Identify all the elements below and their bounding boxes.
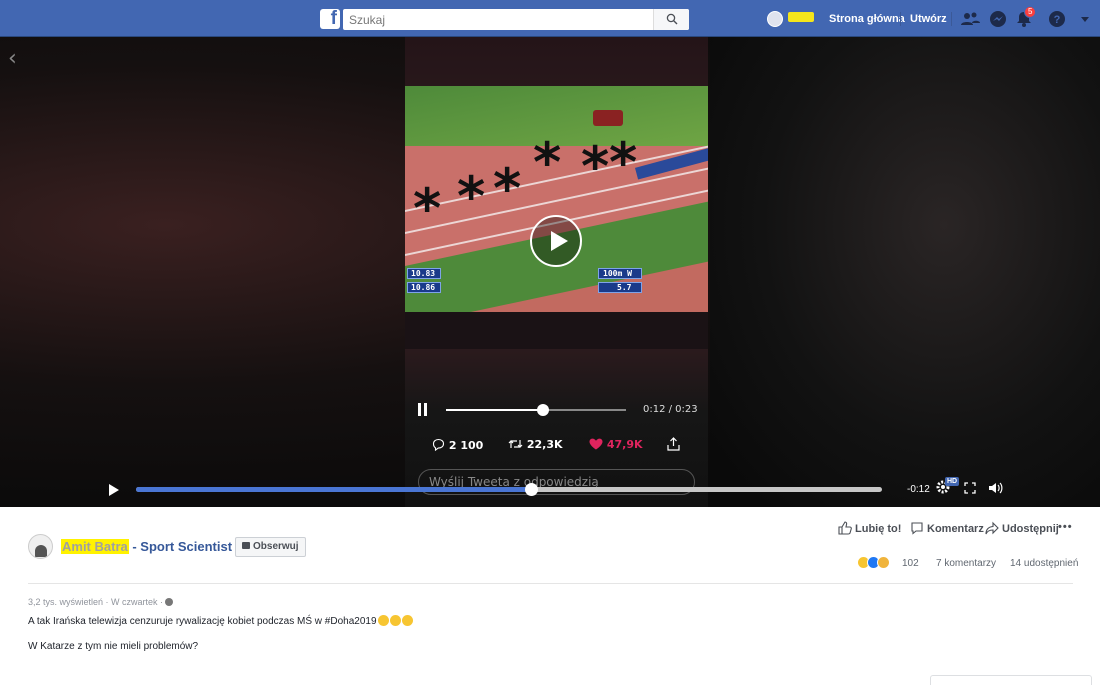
wow-reaction-icon xyxy=(877,556,890,569)
play-icon xyxy=(551,231,568,251)
share-arrow-icon xyxy=(985,521,999,535)
heart-icon xyxy=(589,438,603,450)
account-menu-chevron-icon[interactable] xyxy=(1075,9,1095,29)
retweet-count: 22,3K xyxy=(526,438,563,451)
user-name-redacted[interactable] xyxy=(788,12,814,22)
post-text-line-1: A tak Irańska telewizja cenzuruje rywali… xyxy=(28,615,413,627)
page-name-suffix: - Sport Scientist xyxy=(128,539,233,554)
messenger-icon[interactable] xyxy=(988,9,1008,29)
page-name[interactable]: Amit Batra - Sport Scientist xyxy=(61,539,232,554)
reply-count: 2 100 xyxy=(448,439,484,452)
friend-requests-icon[interactable] xyxy=(960,9,980,29)
page-avatar[interactable] xyxy=(28,534,53,559)
user-avatar[interactable] xyxy=(767,11,783,27)
player-progress-fill xyxy=(136,487,532,492)
search-input[interactable] xyxy=(343,9,653,30)
search-button[interactable] xyxy=(653,9,689,30)
tweet-pause-icon[interactable] xyxy=(418,403,428,416)
camera-cart xyxy=(593,110,623,126)
emoji-icon xyxy=(377,615,389,626)
page-name-redacted: Amit Batra xyxy=(61,539,129,554)
video-background-right xyxy=(710,37,1100,507)
player-play-icon[interactable] xyxy=(108,484,119,496)
censor-asterisk: * xyxy=(493,157,522,220)
comment-icon xyxy=(911,522,923,535)
facebook-logo-icon[interactable]: f xyxy=(320,8,340,29)
more-options-icon[interactable]: ••• xyxy=(1058,521,1073,533)
post-meta: 3,2 tys. wyświetleń · W czwartek · xyxy=(28,597,174,607)
race-video-frame: * * * * * * 10.83 10.86 100m W 5.7 xyxy=(405,86,708,312)
follow-button[interactable]: Obserwuj xyxy=(235,537,306,557)
score-left-1: 10.83 xyxy=(407,268,441,279)
censor-asterisk: * xyxy=(609,131,638,194)
nav-divider xyxy=(900,12,901,26)
tweet-likes[interactable]: 47,9K xyxy=(589,438,643,451)
shares-count[interactable]: 14 udostępnień xyxy=(1010,558,1078,569)
notifications-badge: 5 xyxy=(1024,6,1037,18)
censor-asterisk: * xyxy=(413,177,442,240)
like-count: 47,9K xyxy=(606,438,643,451)
fullscreen-icon[interactable] xyxy=(964,482,976,494)
volume-icon[interactable] xyxy=(988,481,1004,495)
follow-icon xyxy=(242,542,250,549)
tweet-retweets[interactable]: 22,3K xyxy=(508,438,563,451)
emoji-icon xyxy=(389,615,401,626)
top-navigation-bar: f Strona główna Utwórz 5 ? xyxy=(0,0,1100,37)
comment-box-edge xyxy=(930,675,1092,685)
share-button[interactable]: Udostępnij xyxy=(985,521,1059,535)
help-icon[interactable]: ? xyxy=(1047,9,1067,29)
tweet-replies[interactable]: 2 100 xyxy=(432,438,483,452)
search-icon xyxy=(666,13,678,25)
reply-icon xyxy=(432,438,445,452)
globe-icon xyxy=(165,598,174,606)
like-button[interactable]: Lubię to! xyxy=(838,521,901,535)
emoji-icon xyxy=(401,615,413,626)
censor-asterisk: * xyxy=(581,135,610,198)
comment-button[interactable]: Komentarz xyxy=(910,521,984,535)
player-remaining-time: -0:12 xyxy=(907,484,930,495)
score-left-2: 10.86 xyxy=(407,282,441,293)
comments-count[interactable]: 7 komentarzy xyxy=(936,558,996,569)
tweet-share-icon[interactable] xyxy=(667,437,680,451)
hd-badge: HD xyxy=(945,477,960,486)
create-link[interactable]: Utwórz xyxy=(910,13,947,25)
home-link[interactable]: Strona główna xyxy=(829,13,905,25)
nav-divider xyxy=(951,12,952,26)
back-chevron-icon[interactable]: ‹ xyxy=(8,46,17,71)
divider xyxy=(28,583,1073,584)
post-text-line-2: W Katarze z tym nie mieli problemów? xyxy=(28,641,199,652)
thumbs-up-icon xyxy=(838,521,852,535)
retweet-icon xyxy=(508,440,523,448)
svg-text:?: ? xyxy=(1054,14,1061,26)
tweet-time: 0:12 / 0:23 xyxy=(643,404,698,415)
censor-asterisk: * xyxy=(533,131,562,194)
center-play-button[interactable] xyxy=(530,215,582,267)
search-box xyxy=(343,9,689,30)
score-event: 100m W xyxy=(598,268,642,279)
score-time: 5.7 xyxy=(598,282,642,293)
reactions-count[interactable]: 102 xyxy=(902,558,919,569)
tweet-progress-fill xyxy=(446,409,544,411)
censor-asterisk: * xyxy=(457,165,486,228)
